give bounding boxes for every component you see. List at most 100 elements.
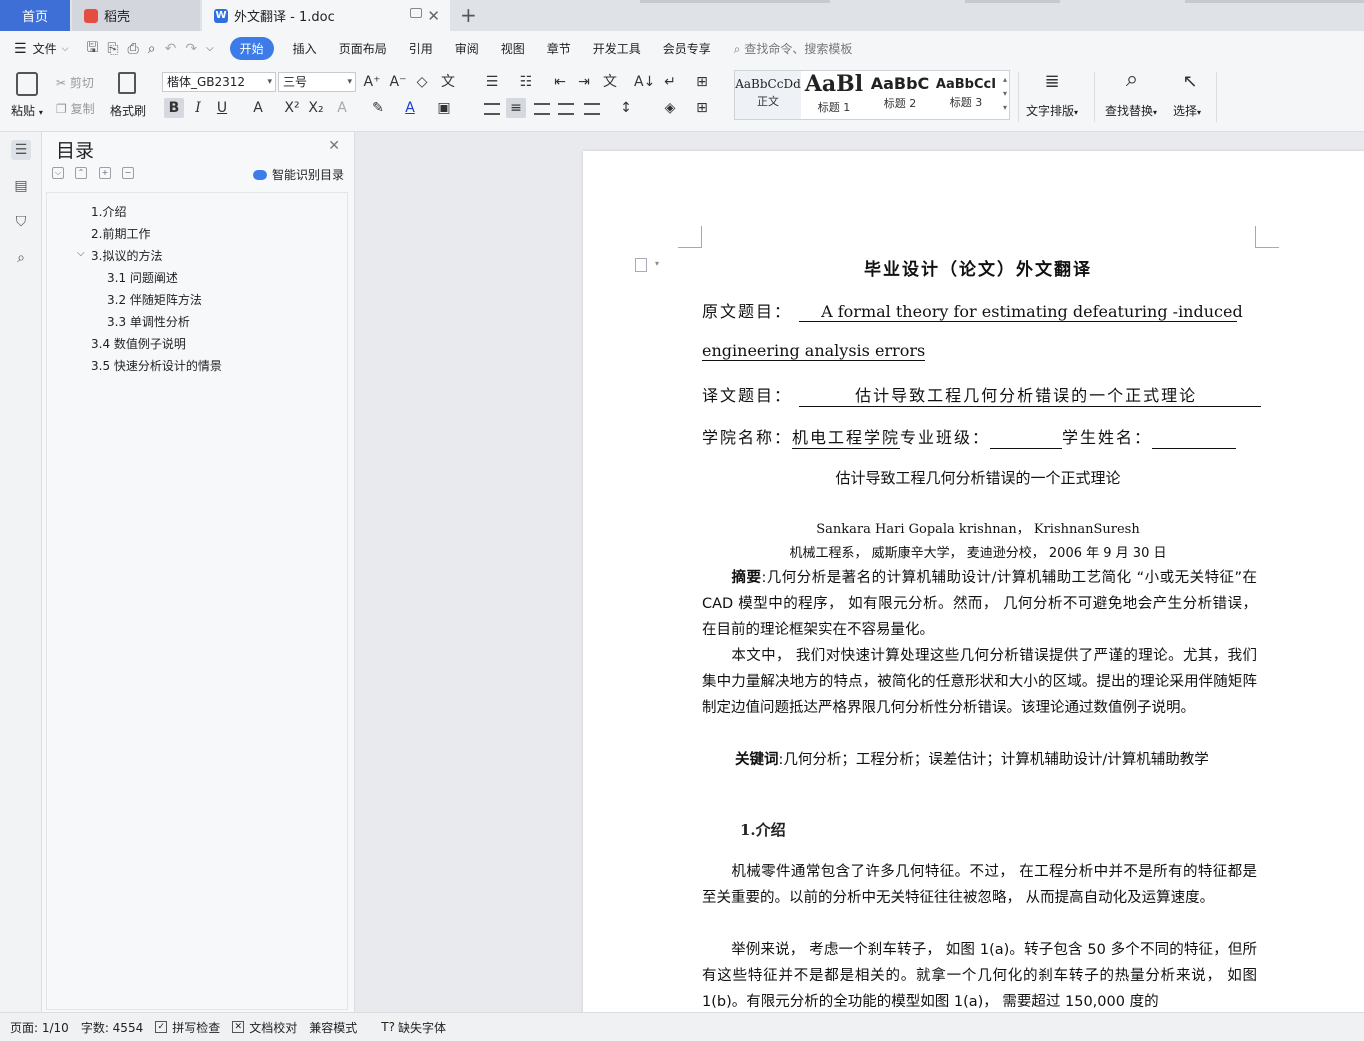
italic-icon[interactable]: I — [188, 98, 208, 118]
save-icon[interactable]: 🖫 — [86, 37, 98, 61]
toc-item[interactable]: 3.2 伴随矩阵方法 — [107, 291, 202, 308]
find-icon[interactable]: ⌕ — [1122, 69, 1142, 91]
font-color-icon[interactable]: A — [400, 98, 420, 118]
menu-review[interactable]: 审阅 — [444, 40, 490, 57]
redo-icon[interactable]: ↷ — [185, 41, 197, 57]
decrease-indent-icon[interactable]: ⇤ — [550, 72, 570, 92]
toc-item[interactable]: 3.5 快速分析设计的情景 — [91, 357, 222, 374]
menu-insert[interactable]: 插入 — [282, 40, 328, 57]
expand-all-icon[interactable]: ⌃ — [75, 167, 87, 179]
style-gallery-scroll[interactable]: ▴ ▾ ▾ — [1003, 73, 1007, 115]
style-heading-3[interactable]: AaBbCcI 标题 3 — [933, 71, 999, 119]
export-icon[interactable]: ⎘ — [107, 41, 118, 57]
command-search[interactable]: ⌕ 查找命令、搜索模板 — [734, 40, 853, 57]
close-icon[interactable]: ✕ — [328, 138, 340, 154]
customize-icon[interactable]: ⌵ — [206, 43, 214, 54]
justify-icon[interactable] — [558, 103, 574, 115]
clear-format-icon[interactable]: ◇ — [412, 72, 432, 92]
char-border-icon[interactable]: ▣ — [434, 98, 454, 118]
text-direction-icon[interactable]: A↓ — [634, 72, 655, 92]
style-heading-2[interactable]: AaBbC 标题 2 — [867, 71, 933, 119]
style-normal[interactable]: AaBbCcDd 正文 — [735, 71, 801, 119]
text-layout-button[interactable]: 文字排版▾ — [1026, 102, 1078, 119]
shading-icon[interactable]: ◈ — [660, 98, 680, 118]
find-replace-button[interactable]: 查找替换▾ — [1105, 102, 1157, 119]
toc-item[interactable]: 3.1 问题阐述 — [107, 269, 178, 286]
bold-icon[interactable]: B — [164, 98, 184, 118]
borders-icon[interactable]: ⊞ — [692, 98, 712, 118]
shrink-font-icon[interactable]: A⁻ — [388, 72, 408, 92]
print-preview-icon[interactable]: ⌕ — [148, 41, 156, 57]
bookmark-icon[interactable]: ⛉ — [11, 212, 31, 232]
toc-item[interactable]: 1.介绍 — [91, 203, 126, 220]
undo-icon[interactable]: ↶ — [165, 41, 177, 57]
abstract-text: :几何分析是著名的计算机辅助设计/计算机辅助工艺简化 “小或无关特征”在 CAD… — [702, 570, 1258, 638]
paste-button[interactable]: 粘贴 ▾ — [11, 102, 43, 119]
subscript-icon[interactable]: X₂ — [306, 98, 326, 118]
text-layout-icon[interactable]: ≣ — [1042, 72, 1062, 92]
menu-file[interactable]: ☰ 文件 ⌵ — [0, 40, 78, 57]
search-icon[interactable]: ⌕ — [11, 248, 31, 268]
chevron-down-icon[interactable]: ⌵ — [77, 248, 85, 259]
menu-view[interactable]: 视图 — [490, 40, 536, 57]
superscript-icon[interactable]: X² — [282, 98, 302, 118]
underline-icon[interactable]: U — [212, 98, 232, 118]
tab-daoke[interactable]: 稻壳 — [72, 0, 200, 31]
line-spacing-icon[interactable]: ↕ — [616, 98, 636, 118]
menu-developer[interactable]: 开发工具 — [582, 40, 652, 57]
add-heading-icon[interactable]: + — [99, 167, 111, 179]
strikethrough-icon[interactable]: A — [248, 98, 268, 118]
increase-indent-icon[interactable]: ⇥ — [574, 72, 594, 92]
new-tab-icon[interactable]: + — [460, 3, 477, 27]
numbered-list-icon[interactable]: ☷ — [516, 72, 536, 92]
missing-font-button[interactable]: T? 缺失字体 — [381, 1019, 446, 1036]
text-effect-icon[interactable]: A — [332, 98, 352, 118]
grow-font-icon[interactable]: A⁺ — [362, 72, 382, 92]
tab-document[interactable]: W 外文翻译 - 1.doc ✕ — [202, 0, 450, 31]
menu-references[interactable]: 引用 — [398, 40, 444, 57]
align-right-icon[interactable] — [534, 103, 550, 115]
chinese-layout-icon[interactable]: 文 — [600, 72, 620, 92]
spell-check-button[interactable]: ✓ 拼写检查 — [155, 1019, 220, 1036]
cut-button[interactable]: ✂ 剪切 — [56, 74, 94, 91]
menu-chapter[interactable]: 章节 — [536, 40, 582, 57]
word-count[interactable]: 字数: 4554 — [81, 1019, 143, 1036]
document-workspace[interactable]: ▾ 毕业设计（论文）外文翻译 原文题目： A formal theory for… — [356, 132, 1364, 1012]
distribute-icon[interactable] — [584, 103, 600, 115]
smart-toc-button[interactable]: 智能识别目录 — [252, 166, 344, 183]
page-indicator[interactable]: 页面: 1/10 — [10, 1019, 69, 1036]
proofread-button[interactable]: ✕ 文档校对 — [232, 1019, 297, 1036]
bullet-list-icon[interactable]: ☰ — [482, 72, 502, 92]
align-center-icon[interactable]: ≡ — [506, 98, 526, 118]
menu-member[interactable]: 会员专享 — [652, 40, 722, 57]
phonetic-icon[interactable]: 文 — [438, 72, 458, 92]
collapse-all-icon[interactable]: ⌵ — [52, 167, 64, 179]
toc-item[interactable]: 3.4 数值例子说明 — [91, 335, 186, 352]
tab-home[interactable]: 首页 — [0, 0, 70, 31]
close-tab-icon[interactable]: ✕ — [427, 7, 440, 25]
window-icon[interactable] — [410, 8, 422, 18]
toc-item[interactable]: 3.3 单调性分析 — [107, 313, 190, 330]
tab-stops-icon[interactable]: ⊞ — [692, 72, 712, 92]
print-icon[interactable]: ⎙ — [128, 41, 139, 57]
paste-icon[interactable] — [16, 72, 38, 96]
font-name-select[interactable]: 楷体_GB2312 ▾ — [162, 72, 276, 92]
toc-item[interactable]: 2.前期工作 — [91, 225, 150, 242]
select-button[interactable]: 选择▾ — [1173, 102, 1201, 119]
toc-panel-icon[interactable]: ☰ — [11, 140, 31, 160]
menu-page-layout[interactable]: 页面布局 — [328, 40, 398, 57]
cursor-icon[interactable]: ↖ — [1180, 72, 1200, 92]
align-left-icon[interactable] — [484, 103, 500, 115]
toc-item[interactable]: 3.拟议的方法 — [91, 247, 162, 264]
document-page[interactable]: ▾ 毕业设计（论文）外文翻译 原文题目： A formal theory for… — [583, 151, 1364, 1012]
style-heading-1[interactable]: AaBl 标题 1 — [801, 71, 867, 119]
remove-heading-icon[interactable]: − — [122, 167, 134, 179]
font-size-select[interactable]: 三号 ▾ — [278, 72, 356, 92]
chapter-nav-icon[interactable]: ▤ — [11, 176, 31, 196]
highlight-icon[interactable]: ✎ — [368, 98, 388, 118]
copy-button[interactable]: ❐ 复制 — [56, 100, 95, 117]
show-marks-icon[interactable]: ↵ — [660, 72, 680, 92]
format-painter-icon[interactable] — [118, 72, 136, 94]
format-painter-button[interactable]: 格式刷 — [110, 102, 146, 119]
menu-start[interactable]: 开始 — [229, 37, 274, 60]
